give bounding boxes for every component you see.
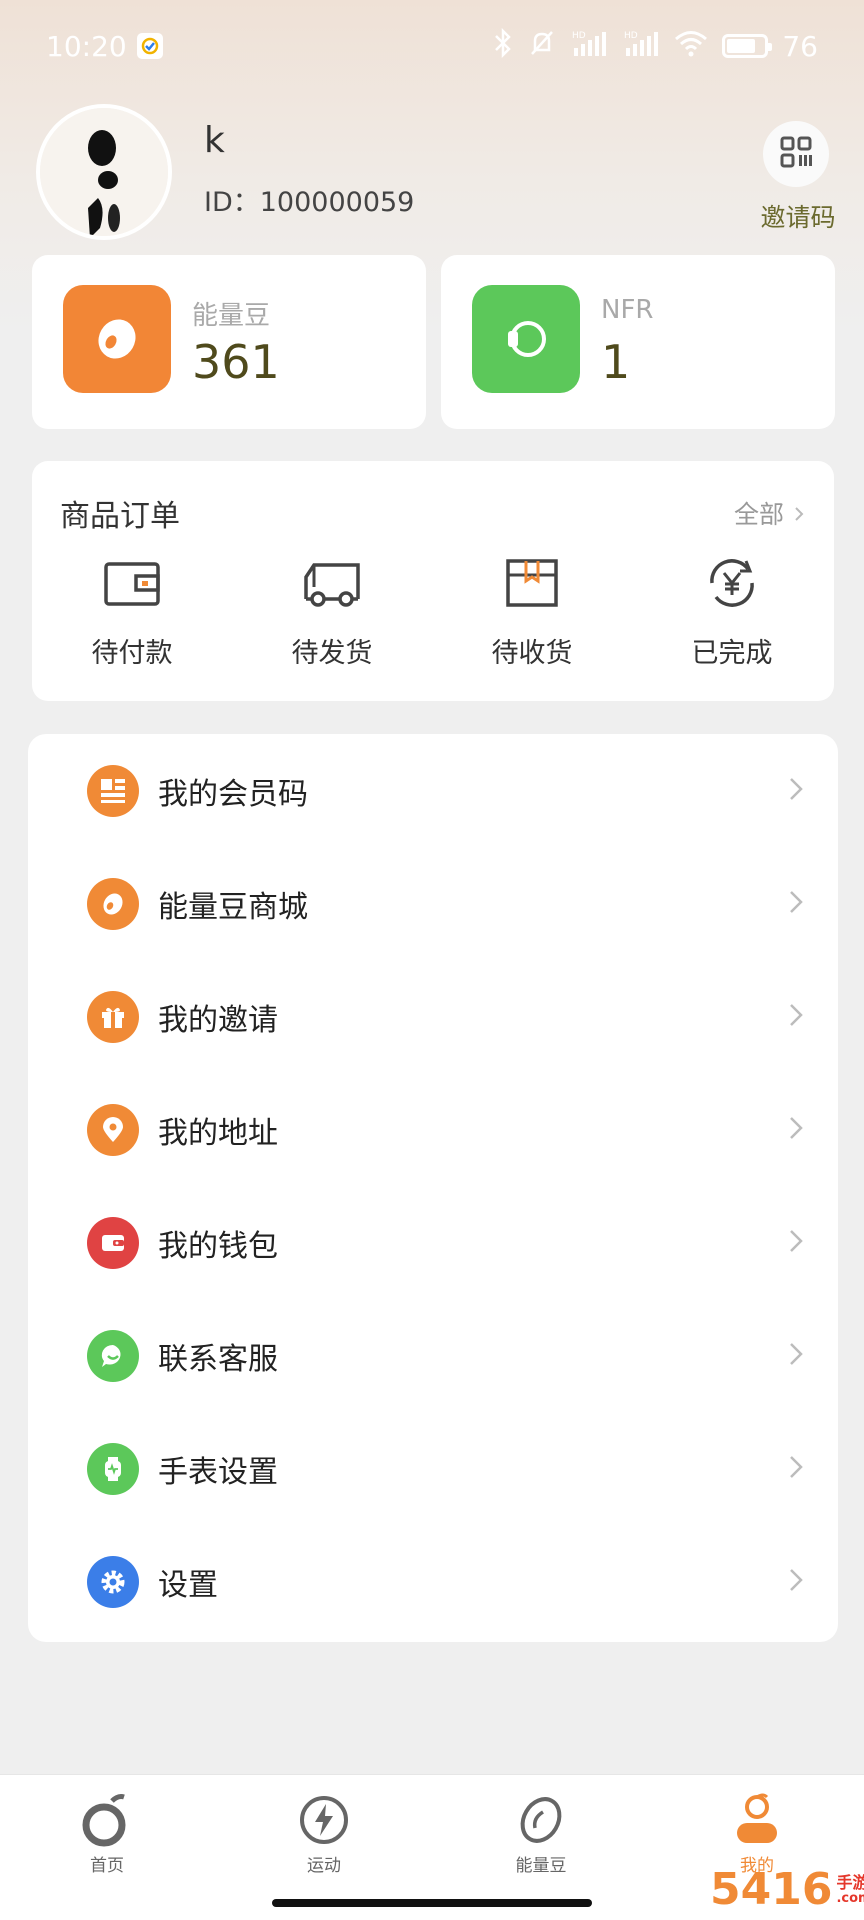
member-code-icon [87, 764, 139, 817]
chevron-right-icon [788, 1115, 804, 1145]
truck-icon [300, 551, 364, 615]
nav-label: 运动 [307, 1856, 341, 1876]
wallet-icon [100, 551, 164, 615]
menu-label: 能量豆商城 [158, 889, 308, 925]
watermark-text: 手游网 .com.cn [836, 1874, 864, 1906]
battery-percent: 76 [782, 29, 818, 63]
home-indicator[interactable] [272, 1899, 592, 1907]
wallet-icon [87, 1216, 139, 1269]
energy-beans-value: 361 [192, 335, 280, 389]
bean-icon [87, 877, 139, 930]
chevron-right-icon [794, 499, 804, 528]
gear-icon [87, 1555, 139, 1608]
battery-icon [722, 34, 773, 58]
menu-item-customer-service[interactable]: 联系客服 [28, 1299, 838, 1412]
chevron-right-icon [788, 889, 804, 919]
menu-label: 我的地址 [158, 1115, 278, 1151]
watermark-text-bottom: .com.cn [836, 1890, 864, 1906]
orders-title: 商品订单 [60, 499, 180, 534]
menu-label: 我的邀请 [158, 1002, 278, 1038]
orders-card: 商品订单 全部 待付款 待发货 待收货 已完成 [32, 461, 834, 701]
chevron-right-icon [788, 1341, 804, 1371]
order-pending-receipt[interactable]: 待收货 [462, 551, 602, 670]
watch-icon [87, 1442, 139, 1495]
menu-item-my-invites[interactable]: 我的邀请 [28, 960, 838, 1073]
status-bar: 10:20 HD HD 76 [0, 0, 864, 92]
menu-label: 我的钱包 [158, 1228, 278, 1264]
svg-text:HD: HD [624, 31, 638, 41]
profile-icon [730, 1793, 784, 1847]
menu-item-my-wallet[interactable]: 我的钱包 [28, 1186, 838, 1299]
menu-item-settings[interactable]: 设置 [28, 1525, 838, 1638]
package-icon [500, 551, 564, 615]
watch-icon [472, 285, 580, 393]
nav-item-home[interactable]: 首页 [47, 1793, 167, 1876]
menu-label: 手表设置 [158, 1454, 278, 1490]
home-icon [80, 1793, 134, 1847]
bean-icon [514, 1793, 568, 1847]
mute-bell-icon [528, 28, 556, 65]
order-pending-shipment[interactable]: 待发货 [262, 551, 402, 670]
menu-label: 设置 [158, 1567, 218, 1603]
menu-label: 我的会员码 [158, 776, 308, 812]
nav-label: 首页 [90, 1856, 124, 1876]
notification-app-icon [136, 33, 163, 59]
wifi-icon [674, 29, 708, 64]
site-watermark: 5416 手游网 .com.cn [710, 1862, 864, 1918]
nfr-label: NFR [601, 295, 654, 325]
nfr-value: 1 [601, 335, 631, 389]
menu-item-watch-settings[interactable]: 手表设置 [28, 1412, 838, 1525]
orders-all-link[interactable]: 全部 [734, 495, 804, 531]
energy-beans-card[interactable]: 能量豆 361 [32, 255, 426, 429]
bluetooth-icon [492, 27, 514, 65]
chevron-right-icon [788, 776, 804, 806]
invite-code-button[interactable] [763, 121, 829, 187]
order-label: 待付款 [91, 638, 173, 669]
yen-refresh-icon [700, 551, 764, 615]
nav-item-energy-beans[interactable]: 能量豆 [481, 1793, 601, 1876]
order-label: 待发货 [291, 638, 373, 669]
location-pin-icon [87, 1103, 139, 1156]
invite-code-label[interactable]: 邀请码 [748, 198, 848, 234]
status-time: 10:20 [46, 29, 127, 63]
menu-label: 联系客服 [158, 1341, 278, 1377]
nfr-card[interactable]: NFR 1 [441, 255, 835, 429]
order-label: 已完成 [691, 638, 773, 669]
signal-hd-icon: HD [570, 28, 608, 65]
chevron-right-icon [788, 1228, 804, 1258]
avatar[interactable] [36, 104, 172, 240]
order-completed[interactable]: 已完成 [662, 551, 802, 670]
energy-beans-label: 能量豆 [192, 301, 271, 331]
watermark-number: 5416 [710, 1864, 833, 1915]
orders-all-label: 全部 [733, 500, 784, 529]
menu-item-member-code[interactable]: 我的会员码 [28, 734, 838, 847]
bean-icon [63, 285, 171, 393]
gift-icon [87, 990, 139, 1043]
chat-icon [87, 1329, 139, 1382]
watermark-text-top: 手游网 [836, 1873, 864, 1893]
order-label: 待收货 [491, 638, 573, 669]
menu-card: 我的会员码 能量豆商城 我的邀请 我的地址 我的钱包 联系客服 手表设置 设置 [28, 734, 838, 1642]
svg-text:HD: HD [572, 31, 586, 41]
menu-item-bean-shop[interactable]: 能量豆商城 [28, 847, 838, 960]
qr-code-icon [779, 135, 813, 173]
chevron-right-icon [788, 1002, 804, 1032]
chevron-right-icon [788, 1454, 804, 1484]
chevron-right-icon [788, 1567, 804, 1597]
signal-hd-icon-2: HD [622, 28, 660, 65]
username: k [204, 120, 225, 161]
status-right: HD HD 76 [492, 27, 818, 65]
menu-item-my-address[interactable]: 我的地址 [28, 1073, 838, 1186]
order-pending-payment[interactable]: 待付款 [62, 551, 202, 670]
lightning-icon [297, 1793, 351, 1847]
nav-item-sport[interactable]: 运动 [264, 1793, 384, 1876]
nav-label: 能量豆 [515, 1856, 567, 1876]
status-left: 10:20 [46, 30, 163, 63]
user-id: ID：100000059 [204, 187, 415, 218]
